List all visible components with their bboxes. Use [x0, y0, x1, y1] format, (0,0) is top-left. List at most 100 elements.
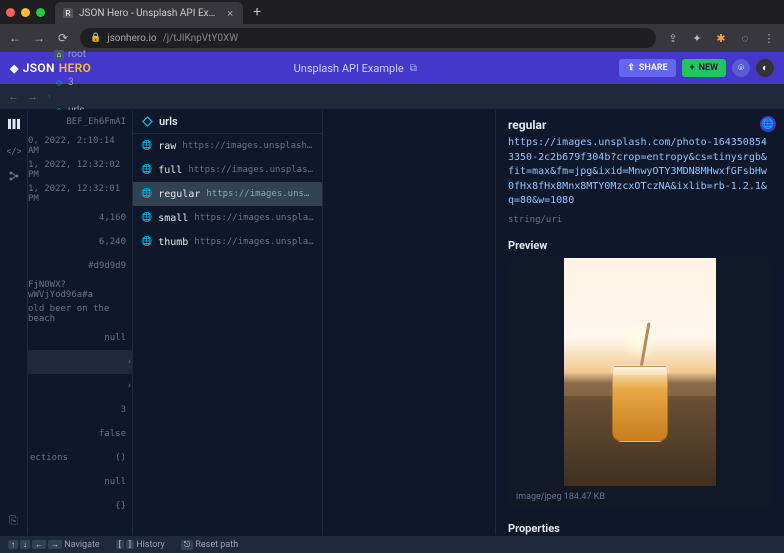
- history-hint: [] History: [116, 540, 165, 550]
- value-row[interactable]: 6,240: [28, 230, 132, 254]
- url-row-raw[interactable]: 🌐 raw https://images.unsplash.com/ph…: [133, 134, 322, 158]
- breadcrumb-label: root: [68, 49, 86, 60]
- url-row-full[interactable]: 🌐fullhttps://images.unsplash.com/ph…: [133, 158, 322, 182]
- app-header: ◆ JSONHERO Unsplash API Example ⧉ ⇪SHARE…: [0, 52, 784, 84]
- browser-tab[interactable]: R JSON Hero - Unsplash API Ex… ×: [55, 2, 243, 24]
- value-text: null: [104, 333, 126, 343]
- new-button[interactable]: +NEW: [682, 59, 726, 77]
- value-row[interactable]: 0, 2022, 2:10:14 AM: [28, 134, 132, 158]
- menu-icon[interactable]: ⋮: [762, 32, 776, 45]
- document-title-text: Unsplash API Example: [294, 62, 404, 75]
- tree-view-icon[interactable]: [6, 168, 22, 184]
- forward-button[interactable]: →: [32, 31, 46, 45]
- value-row[interactable]: old beer on the beach: [28, 302, 132, 326]
- empty-column: [323, 110, 496, 535]
- reload-button[interactable]: ⟳: [56, 31, 70, 45]
- urls-column-title: urls: [159, 115, 178, 128]
- address-bar[interactable]: 🔒 jsonhero.io/j/tJlKnpVtY0XW: [80, 28, 656, 48]
- value-row[interactable]: null: [28, 326, 132, 350]
- value-row[interactable]: 1, 2022, 12:32:01 PM: [28, 182, 132, 206]
- discord-button[interactable]: ⌾: [732, 59, 750, 77]
- tab-title: JSON Hero - Unsplash API Ex…: [79, 8, 215, 19]
- value-row[interactable]: 1, 2022, 12:32:02 PM: [28, 158, 132, 182]
- url-row-thumb[interactable]: 🌐thumbhttps://images.unsplash.com/…: [133, 230, 322, 254]
- reset-hint: ⎋ Reset path: [181, 540, 238, 550]
- column-view-icon[interactable]: [6, 116, 22, 132]
- url-row-small[interactable]: 🌐smallhttps://images.unsplash.com/p…: [133, 206, 322, 230]
- value-text: BEF_Eh6FmAI: [66, 117, 126, 127]
- copy-icon[interactable]: ⎘: [6, 513, 22, 529]
- urls-column: urls 🌐 raw https://images.unsplash.com/ph……: [133, 110, 323, 535]
- window-controls: [6, 8, 45, 17]
- maximize-window-icon[interactable]: [36, 8, 45, 17]
- value-row[interactable]: ›: [28, 374, 132, 398]
- chevron-right-icon: ›: [127, 381, 132, 391]
- home-icon: ⌂: [54, 50, 64, 60]
- back-button[interactable]: ←: [8, 31, 22, 45]
- close-window-icon[interactable]: [6, 8, 15, 17]
- url-value: https://images.unsplash.com/ph…: [188, 165, 314, 175]
- value-text: FjN0WX?wWVjYod96a#a: [28, 280, 126, 300]
- new-tab-button[interactable]: +: [249, 4, 265, 20]
- url-key: raw: [158, 141, 176, 152]
- close-tab-icon[interactable]: ×: [227, 7, 233, 20]
- globe-icon: 🌐: [141, 140, 152, 152]
- url-key: full: [158, 165, 182, 176]
- detail-key: regular: [508, 118, 772, 132]
- breadcrumb-3[interactable]: ◇3: [48, 74, 105, 91]
- path-back-button[interactable]: ←: [8, 90, 19, 103]
- address-path: /j/tJlKnpVtY0XW: [163, 33, 239, 44]
- value-row[interactable]: null: [28, 470, 132, 494]
- value-row[interactable]: FjN0WX?wWVjYod96a#a: [28, 278, 132, 302]
- extension-icons: ⇪ ✦ ✱ ◌ ⋮: [666, 32, 776, 45]
- preview-image[interactable]: [564, 258, 716, 486]
- object-icon: [141, 116, 153, 128]
- json-view-icon[interactable]: </>: [6, 142, 22, 158]
- value-row[interactable]: ›: [28, 350, 132, 374]
- globe-icon: 🌐: [141, 212, 152, 224]
- status-bar: ↑↓←→ Navigate [] History ⎋ Reset path: [0, 535, 784, 553]
- minimize-window-icon[interactable]: [21, 8, 30, 17]
- browser-nav-bar: ← → ⟳ 🔒 jsonhero.io/j/tJlKnpVtY0XW ⇪ ✦ ✱…: [0, 24, 784, 52]
- value-row[interactable]: 3: [28, 398, 132, 422]
- value-row[interactable]: #d9d9d9: [28, 254, 132, 278]
- url-value: https://images.unsplash.com/ph…: [182, 141, 314, 151]
- extensions-icon[interactable]: ✱: [714, 32, 728, 45]
- preview-meta: image/jpeg 184.47 KB: [508, 486, 772, 508]
- url-value: https://images.unsplash.com…: [206, 189, 314, 199]
- path-forward-button[interactable]: →: [27, 90, 38, 103]
- preview-box: image/jpeg 184.47 KB: [508, 258, 772, 508]
- value-row[interactable]: false: [28, 422, 132, 446]
- left-rail: </> ⎘: [0, 110, 28, 535]
- new-label: NEW: [699, 63, 718, 73]
- svg-text:</>: </>: [7, 147, 21, 157]
- value-row[interactable]: {}: [28, 494, 132, 518]
- urls-column-header: urls: [133, 110, 322, 134]
- star-extension-icon[interactable]: ✦: [690, 32, 704, 45]
- value-text: 6,240: [99, 237, 126, 247]
- properties-title: Properties: [508, 522, 772, 535]
- value-text: 4,160: [99, 213, 126, 223]
- open-url-button[interactable]: 🌐: [760, 116, 776, 132]
- value-row[interactable]: BEF_Eh6FmAI: [28, 110, 132, 134]
- open-external-icon[interactable]: ⧉: [410, 63, 417, 74]
- url-value: https://images.unsplash.com/…: [194, 237, 314, 247]
- value-row[interactable]: ections(): [28, 446, 132, 470]
- address-host: jsonhero.io: [107, 33, 156, 44]
- globe-icon: 🌐: [141, 188, 152, 200]
- url-row-regular[interactable]: 🌐regularhttps://images.unsplash.com…: [133, 182, 322, 206]
- breadcrumb-bar: ← → ⌂root›◇3›◇urls›🌐regular: [0, 84, 784, 110]
- github-button[interactable]: ◐: [756, 59, 774, 77]
- value-text: 3: [121, 405, 126, 415]
- lock-icon: 🔒: [90, 33, 101, 43]
- share-extension-icon[interactable]: ⇪: [666, 32, 680, 45]
- value-text: old beer on the beach: [28, 304, 126, 324]
- value-row[interactable]: 4,160: [28, 206, 132, 230]
- profile-icon[interactable]: ◌: [738, 32, 752, 45]
- chevron-right-icon: ›: [127, 357, 132, 367]
- share-button[interactable]: ⇪SHARE: [619, 59, 675, 77]
- parent-values-column: BEF_Eh6FmAI0, 2022, 2:10:14 AM1, 2022, 1…: [28, 110, 133, 535]
- value-text: {}: [115, 501, 126, 511]
- breadcrumb-root[interactable]: ⌂ root: [48, 46, 105, 63]
- share-icon: ⇪: [627, 63, 635, 73]
